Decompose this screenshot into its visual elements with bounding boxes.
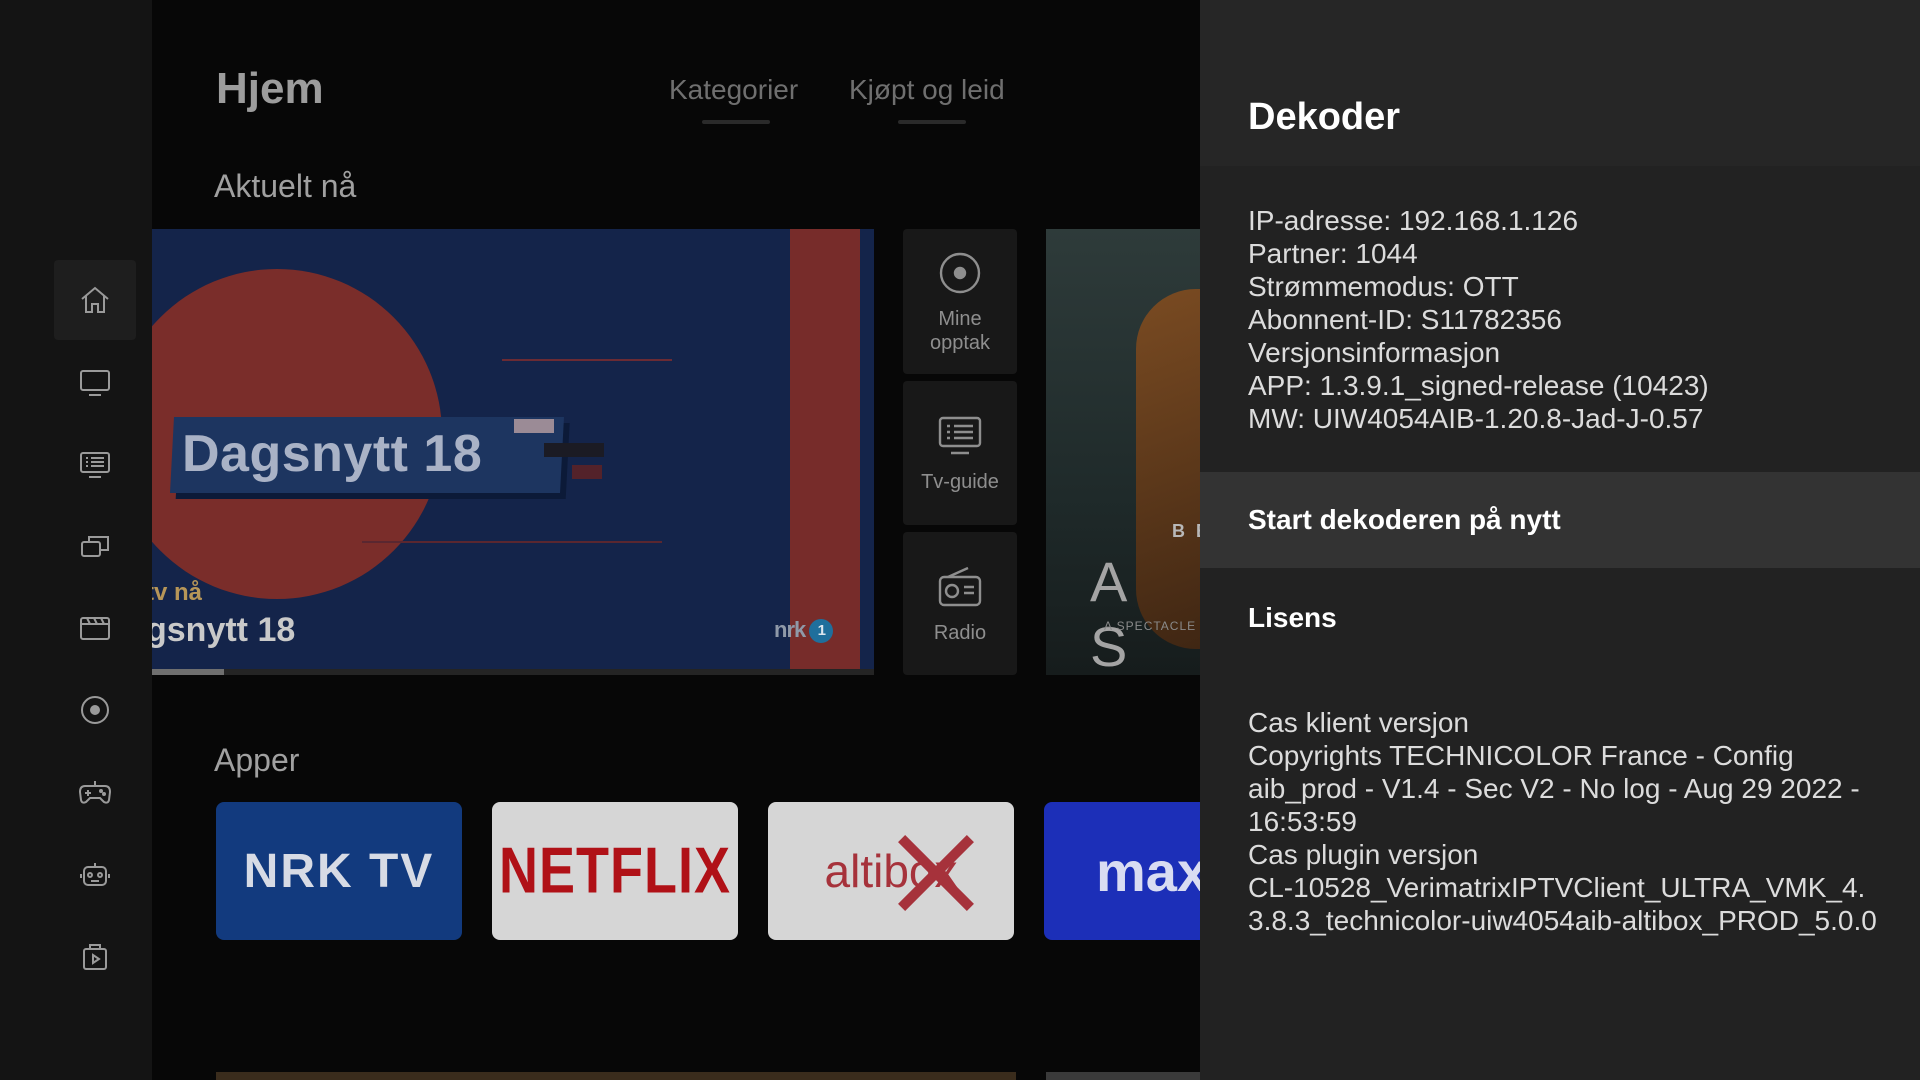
page-title: Hjem (216, 64, 324, 113)
cas-client-heading: Cas klient versjon (1248, 707, 1469, 738)
sidebar-item-kids[interactable] (54, 834, 136, 914)
sidebar-item-tv-guide[interactable] (54, 424, 136, 504)
sidebar-item-store[interactable] (54, 916, 136, 996)
sidebar-item-home[interactable] (54, 260, 136, 340)
cas-client-value: Copyrights TECHNICOLOR France - Config a… (1248, 740, 1860, 837)
app-tile-nrk-tv[interactable]: NRK TV (216, 802, 462, 940)
hero2-brand: B B (1172, 521, 1200, 541)
tab-categories[interactable]: Kategorier (669, 74, 798, 106)
ip-address: IP-adresse: 192.168.1.126 (1248, 205, 1579, 236)
hero-glitch-line (362, 541, 662, 543)
movie-icon (80, 617, 110, 640)
recordings-icon (939, 252, 981, 293)
app-tile-netflix[interactable]: NETFLIX (492, 802, 738, 940)
sidebar-item-games[interactable] (54, 752, 136, 832)
recordings-icon (81, 696, 109, 724)
subscriber-id: Abonnent-ID: S11782356 (1248, 304, 1562, 335)
hero-graphic-bar (790, 229, 860, 669)
app-logo-nrk-tv: NRK TV (243, 844, 435, 898)
hero-glitch-block (572, 465, 602, 479)
sidebar-item-movies[interactable] (54, 588, 136, 668)
next-row-preview (216, 1072, 1016, 1080)
sidebar-item-recordings[interactable] (54, 670, 136, 750)
tab-purchased-underline (898, 120, 966, 124)
tv-guide-icon (938, 416, 982, 455)
tab-purchased-rented[interactable]: Kjøpt og leid (849, 74, 1005, 106)
hero-card-dagsnytt[interactable]: Dagsnytt 18 tv nå gsnytt 18 nrk1 (152, 229, 874, 669)
home-icon (81, 286, 109, 313)
decoder-info-panel: Dekoder IP-adresse: 192.168.1.126 Partne… (1200, 0, 1920, 1080)
quick-tile-label: Radio (933, 621, 987, 644)
store-bag-icon (83, 944, 107, 970)
sidebar-item-tv[interactable] (54, 342, 136, 422)
restart-decoder-button[interactable]: Start dekoderen på nytt (1200, 472, 1920, 568)
quick-tile-recordings[interactable]: Mine opptak (903, 229, 1017, 374)
decoder-info-list: IP-adresse: 192.168.1.126 Partner: 1044 … (1248, 204, 1709, 435)
channel-logo-text: nrk (774, 617, 806, 642)
quick-tile-label: Mine opptak (929, 307, 991, 354)
license-button[interactable]: Lisens (1248, 602, 1337, 634)
channel-logo: nrk 1 (774, 617, 834, 644)
sidebar (0, 0, 152, 1080)
hero-glitch-line (502, 359, 672, 361)
hero2-tagline: A SPECTACLE L (1104, 619, 1200, 633)
app-logo-altibox: altibox (824, 845, 958, 897)
hero2-title: A S (1090, 550, 1148, 675)
hero-show-title: gsnytt 18 (152, 611, 296, 649)
next-row-preview (1046, 1072, 1200, 1080)
tab-categories-underline (702, 120, 770, 124)
middleware-version: MW: UIW4054AIB-1.20.8-Jad-J-0.57 (1248, 403, 1704, 434)
panel-header: Dekoder (1200, 0, 1920, 166)
radio-icon (938, 566, 982, 606)
home-screen: Hjem Kategorier Kjøpt og leid Aktuelt nå… (152, 0, 1200, 1080)
quick-tile-tv-guide[interactable]: Tv-guide (903, 381, 1017, 525)
restart-decoder-label: Start dekoderen på nytt (1248, 504, 1561, 535)
app-version: APP: 1.3.9.1_signed-release (10423) (1248, 370, 1709, 401)
section-title-current: Aktuelt nå (214, 168, 357, 204)
tv-guide-icon (80, 452, 110, 478)
sidebar-item-multiscreen[interactable] (54, 506, 136, 586)
partner: Partner: 1044 (1248, 238, 1418, 269)
hero-progress-bar (152, 669, 874, 675)
app-tile-altibox[interactable]: altibox (768, 802, 1014, 940)
app-tile-max[interactable]: max (1044, 802, 1200, 940)
hero-card-documentary[interactable]: B B A S A SPECTACLE L (1046, 229, 1200, 675)
quick-tile-radio[interactable]: Radio (903, 532, 1017, 675)
channel-number-badge: 1 (809, 619, 834, 644)
app-logo-netflix: NETFLIX (499, 835, 731, 907)
cas-info: Cas klient versjon Copyrights TECHNICOLO… (1248, 706, 1888, 937)
hero-live-label: tv nå (152, 579, 203, 606)
cas-plugin-heading: Cas plugin versjon (1248, 839, 1479, 870)
hero-glitch-block (544, 443, 604, 457)
gamepad-icon (78, 781, 112, 804)
panel-title: Dekoder (1248, 96, 1401, 138)
hero-progress-fill (152, 669, 225, 675)
kids-robot-icon (80, 863, 110, 886)
app-logo-max: max (1096, 839, 1200, 903)
tv-icon (80, 370, 110, 396)
version-info-heading: Versjonsinformasjon (1248, 337, 1501, 368)
quick-tile-label: Tv-guide (921, 471, 999, 493)
multiscreen-icon (81, 536, 109, 557)
section-title-apps: Apper (214, 742, 300, 778)
hero-glitch-block (514, 419, 554, 433)
streaming-mode: Strømmemodus: OTT (1248, 271, 1519, 302)
cas-plugin-value: CL-10528_VerimatrixIPTVClient_ULTRA_VMK_… (1248, 872, 1877, 936)
hero-plate-text: Dagsnytt 18 (182, 425, 483, 483)
